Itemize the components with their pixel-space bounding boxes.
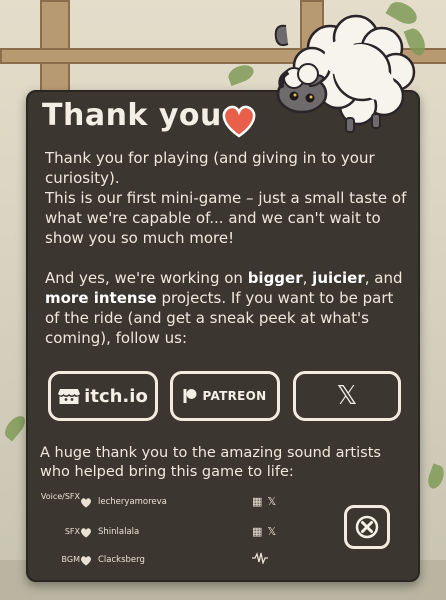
heart-icon bbox=[81, 498, 91, 508]
credit-role: SFX bbox=[64, 527, 80, 536]
credit-row: SFX Shinlalala ▦ 𝕏 bbox=[28, 522, 328, 544]
credit-links bbox=[252, 552, 268, 567]
dialog-title: Thank you bbox=[42, 98, 222, 133]
itch-icon[interactable]: ▦ bbox=[252, 525, 262, 538]
itch-io-label: itch.io bbox=[84, 385, 148, 407]
thank-you-dialog: Thank you Thank you for playing (and giv… bbox=[26, 90, 420, 582]
x-icon[interactable]: 𝕏 bbox=[267, 495, 276, 508]
credit-row: Voice/SFX lecheryamoreva ▦ 𝕏 bbox=[28, 492, 328, 514]
follow-text: , bbox=[302, 269, 313, 287]
x-icon: 𝕏 bbox=[336, 381, 358, 411]
credit-name: lecheryamoreva bbox=[98, 497, 167, 507]
close-button[interactable] bbox=[344, 505, 390, 549]
itch-io-button[interactable]: itch.io bbox=[48, 371, 158, 421]
itch-icon bbox=[58, 389, 81, 404]
credit-name: Shinlalala bbox=[98, 527, 140, 537]
heart-icon bbox=[81, 528, 91, 538]
credit-links: ▦ 𝕏 bbox=[252, 525, 281, 538]
follow-text: , and bbox=[364, 269, 403, 287]
first-game-paragraph: This is our first mini-game – just a sma… bbox=[45, 189, 407, 247]
follow-text: And yes, we're working on bbox=[45, 269, 248, 287]
follow-paragraph: And yes, we're working on bigger, juicie… bbox=[45, 268, 407, 348]
itch-icon[interactable]: ▦ bbox=[252, 495, 262, 508]
credit-role: BGM bbox=[61, 555, 80, 564]
x-button[interactable]: 𝕏 bbox=[293, 371, 401, 421]
credit-links: ▦ 𝕏 bbox=[252, 495, 281, 508]
bold-more-intense: more intense bbox=[45, 289, 157, 307]
bold-bigger: bigger bbox=[247, 269, 303, 287]
social-links: itch.io PATREON 𝕏 bbox=[48, 371, 404, 423]
bold-juicier: juicier bbox=[312, 269, 365, 287]
credit-role: Voice/SFX bbox=[40, 492, 80, 501]
patreon-button[interactable]: PATREON bbox=[170, 371, 280, 421]
patreon-label: PATREON bbox=[202, 389, 267, 403]
close-icon bbox=[355, 515, 379, 539]
heart-icon bbox=[81, 556, 91, 566]
credit-row: BGM Clacksberg bbox=[28, 550, 328, 572]
sheep-mascot bbox=[274, 14, 416, 133]
sound-artists-thanks: A huge thank you to the amazing sound ar… bbox=[40, 445, 381, 480]
thanks-paragraph: Thank you for playing (and giving in to … bbox=[45, 149, 375, 187]
x-icon[interactable]: 𝕏 bbox=[267, 525, 276, 538]
waveform-icon[interactable] bbox=[252, 552, 268, 566]
patreon-icon bbox=[183, 389, 197, 403]
credit-name: Clacksberg bbox=[98, 555, 145, 565]
dialog-body: Thank you for playing (and giving in to … bbox=[45, 148, 407, 348]
heart-icon bbox=[222, 105, 256, 138]
